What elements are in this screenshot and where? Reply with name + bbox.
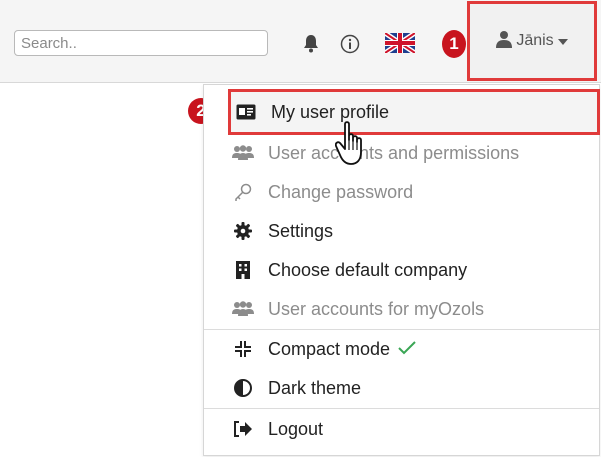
menu-item-label: Compact mode	[268, 338, 391, 359]
menu-item-label: User accounts and permissions	[268, 142, 520, 163]
user-menu-button[interactable]: Jānis	[467, 1, 597, 81]
menu-item-label: Logout	[268, 418, 324, 439]
menu-item-label: Choose default company	[268, 259, 468, 280]
step-marker-1: 1	[442, 30, 466, 58]
menu-item-logout[interactable]: Logout	[204, 410, 599, 448]
menu-item-label: Dark theme	[268, 377, 362, 398]
menu-item-label: Change password	[268, 181, 414, 202]
id-card-icon	[235, 102, 257, 122]
building-icon	[232, 260, 254, 280]
user-name: Jānis	[516, 32, 554, 49]
info-icon[interactable]	[339, 33, 361, 55]
caret-down-icon	[557, 32, 568, 50]
menu-item-settings[interactable]: Settings	[204, 212, 599, 250]
menu-item-label: Settings	[268, 220, 334, 241]
check-icon	[398, 339, 416, 360]
top-bar: 1 Jānis	[0, 0, 601, 83]
menu-item-user-accounts-and-permissions[interactable]: User accounts and permissions	[204, 134, 599, 172]
user-icon	[496, 30, 513, 53]
menu-item-label: My user profile	[271, 101, 390, 122]
search-input[interactable]	[14, 30, 268, 56]
uk-flag-icon[interactable]	[385, 33, 415, 53]
hand-pointer-cursor-icon	[334, 120, 371, 168]
bell-icon[interactable]	[301, 33, 321, 53]
users-icon	[232, 143, 254, 163]
users-icon	[232, 299, 254, 319]
menu-item-my-user-profile[interactable]: My user profile	[228, 89, 600, 135]
menu-item-label: User accounts for myOzols	[268, 298, 485, 319]
user-dropdown-menu: My user profile User accounts and permis…	[203, 84, 600, 456]
sign-out-icon	[232, 419, 254, 439]
menu-item-user-accounts-for-myozols[interactable]: User accounts for myOzols	[204, 290, 599, 328]
menu-item-choose-default-company[interactable]: Choose default company	[204, 251, 599, 289]
key-icon	[232, 182, 254, 202]
compress-icon	[232, 339, 254, 359]
gear-icon	[232, 221, 254, 241]
menu-item-change-password[interactable]: Change password	[204, 173, 599, 211]
menu-divider	[204, 408, 599, 409]
contrast-icon	[232, 378, 254, 398]
menu-item-dark-theme[interactable]: Dark theme	[204, 369, 599, 407]
menu-item-compact-mode[interactable]: Compact mode	[204, 330, 599, 368]
